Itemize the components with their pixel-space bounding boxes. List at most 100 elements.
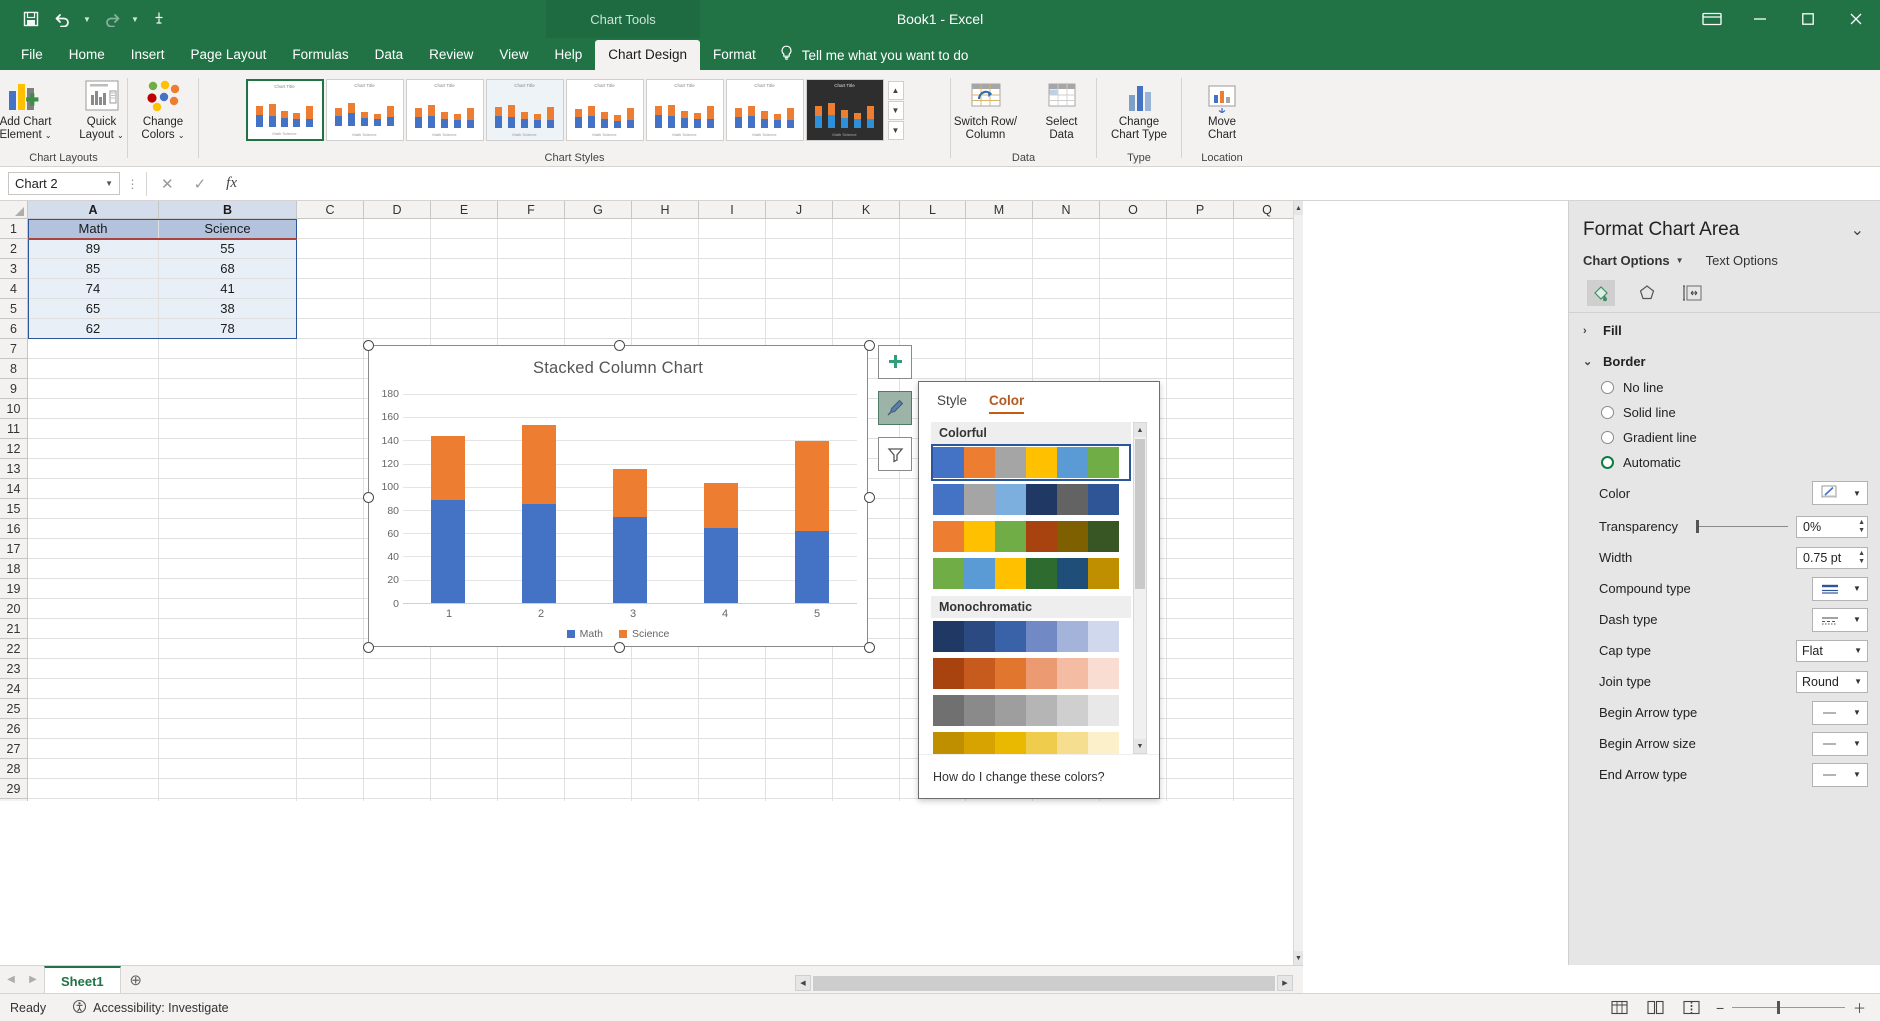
bar-column-2[interactable]: [494, 394, 585, 603]
zoom-slider[interactable]: − ＋: [1716, 998, 1866, 1017]
cell-q2[interactable]: [1234, 239, 1301, 259]
flyout-footer[interactable]: How do I change these colors?: [919, 754, 1159, 798]
cell-empty[interactable]: [297, 639, 364, 659]
cell-m5[interactable]: [966, 299, 1033, 319]
cell-empty[interactable]: [766, 679, 833, 699]
chart-style-thumb-7[interactable]: Chart Title Math Science: [726, 79, 804, 141]
cell-empty[interactable]: [297, 699, 364, 719]
cell-empty[interactable]: [1167, 619, 1234, 639]
cell-empty[interactable]: [766, 779, 833, 799]
cell-empty[interactable]: [297, 439, 364, 459]
row-header[interactable]: 19: [0, 579, 27, 599]
cell-empty[interactable]: [28, 539, 159, 559]
select-all-corner[interactable]: [0, 201, 28, 218]
cell-empty[interactable]: [297, 599, 364, 619]
cell-empty[interactable]: [565, 679, 632, 699]
dash-type-dropdown[interactable]: ▼: [1812, 608, 1868, 632]
cell-empty[interactable]: [28, 419, 159, 439]
tab-insert[interactable]: Insert: [118, 40, 178, 70]
cell-b3[interactable]: 68: [159, 259, 297, 279]
cell-empty[interactable]: [297, 359, 364, 379]
tab-help[interactable]: Help: [541, 40, 595, 70]
cell-p2[interactable]: [1167, 239, 1234, 259]
column-header-m[interactable]: M: [966, 201, 1033, 218]
cell-empty[interactable]: [1234, 799, 1301, 801]
resize-handle-w[interactable]: [363, 492, 374, 503]
chevron-down-icon[interactable]: ⌄: [1583, 355, 1593, 368]
radio-button-selected[interactable]: [1601, 456, 1614, 469]
cell-empty[interactable]: [1234, 479, 1301, 499]
cell-f1[interactable]: [498, 219, 565, 239]
cell-empty[interactable]: [833, 739, 900, 759]
cell-g2[interactable]: [565, 239, 632, 259]
cell-f4[interactable]: [498, 279, 565, 299]
cell-empty[interactable]: [28, 639, 159, 659]
cell-empty[interactable]: [28, 439, 159, 459]
row-header[interactable]: 8: [0, 359, 27, 379]
cell-empty[interactable]: [565, 659, 632, 679]
cell-empty[interactable]: [1167, 339, 1234, 359]
cell-empty[interactable]: [364, 759, 431, 779]
cell-i4[interactable]: [699, 279, 766, 299]
cell-empty[interactable]: [699, 739, 766, 759]
cell-e5[interactable]: [431, 299, 498, 319]
cell-i1[interactable]: [699, 219, 766, 239]
resize-handle-se[interactable]: [864, 642, 875, 653]
cell-f5[interactable]: [498, 299, 565, 319]
scroll-up-icon[interactable]: ▲: [1294, 201, 1303, 215]
cell-empty[interactable]: [1234, 779, 1301, 799]
cell-empty[interactable]: [498, 779, 565, 799]
cell-empty[interactable]: [1234, 659, 1301, 679]
tell-me-box[interactable]: Tell me what you want to do: [769, 40, 979, 70]
cell-j3[interactable]: [766, 259, 833, 279]
row-header[interactable]: 1: [0, 219, 27, 239]
cell-empty[interactable]: [28, 459, 159, 479]
cell-empty[interactable]: [159, 459, 297, 479]
column-header-c[interactable]: C: [297, 201, 364, 218]
column-header-k[interactable]: K: [833, 201, 900, 218]
legend-item-math[interactable]: Math: [567, 628, 603, 640]
row-header[interactable]: 23: [0, 659, 27, 679]
cell-d6[interactable]: [364, 319, 431, 339]
cell-empty[interactable]: [766, 799, 833, 801]
effects-icon[interactable]: [1633, 280, 1661, 306]
chart-color-flyout[interactable]: Style Color Colorful: [918, 381, 1160, 799]
column-header-q[interactable]: Q: [1234, 201, 1301, 218]
cell-empty[interactable]: [159, 759, 297, 779]
flyout-tab-style[interactable]: Style: [937, 393, 967, 414]
row-header[interactable]: 5: [0, 299, 27, 319]
cell-empty[interactable]: [1234, 639, 1301, 659]
cell-empty[interactable]: [297, 659, 364, 679]
row-header[interactable]: 9: [0, 379, 27, 399]
column-header-b[interactable]: B: [159, 201, 297, 218]
legend-item-science[interactable]: Science: [619, 628, 669, 640]
gallery-scroll-up-icon[interactable]: ▲: [888, 81, 904, 100]
cell-empty[interactable]: [1167, 759, 1234, 779]
cell-empty[interactable]: [966, 339, 1033, 359]
panel-section-fill[interactable]: › Fill: [1569, 313, 1880, 344]
cell-empty[interactable]: [632, 799, 699, 801]
zoom-out-icon[interactable]: −: [1716, 1000, 1724, 1016]
cell-empty[interactable]: [297, 679, 364, 699]
resize-handle-sw[interactable]: [363, 642, 374, 653]
cell-empty[interactable]: [28, 339, 159, 359]
join-type-dropdown[interactable]: Round ▼: [1796, 671, 1868, 693]
column-header-f[interactable]: F: [498, 201, 565, 218]
chevron-down-icon[interactable]: ⌄: [178, 131, 185, 140]
cell-empty[interactable]: [1167, 519, 1234, 539]
row-header[interactable]: 24: [0, 679, 27, 699]
cell-empty[interactable]: [1234, 499, 1301, 519]
cell-empty[interactable]: [28, 659, 159, 679]
chevron-down-icon[interactable]: ▼: [1853, 708, 1861, 717]
slider-track[interactable]: [1699, 526, 1788, 527]
size-properties-icon[interactable]: [1679, 280, 1707, 306]
chart-style-thumb-6[interactable]: Chart Title Math Science: [646, 79, 724, 141]
move-chart-button[interactable]: Move Chart: [1184, 73, 1260, 146]
cell-empty[interactable]: [565, 759, 632, 779]
redo-dropdown-icon[interactable]: ▼: [128, 15, 142, 24]
row-header[interactable]: 28: [0, 759, 27, 779]
zoom-in-icon[interactable]: ＋: [1853, 998, 1866, 1017]
how-do-i-change-colors-link[interactable]: How do I change these colors?: [933, 770, 1105, 784]
cell-d5[interactable]: [364, 299, 431, 319]
cell-empty[interactable]: [297, 559, 364, 579]
